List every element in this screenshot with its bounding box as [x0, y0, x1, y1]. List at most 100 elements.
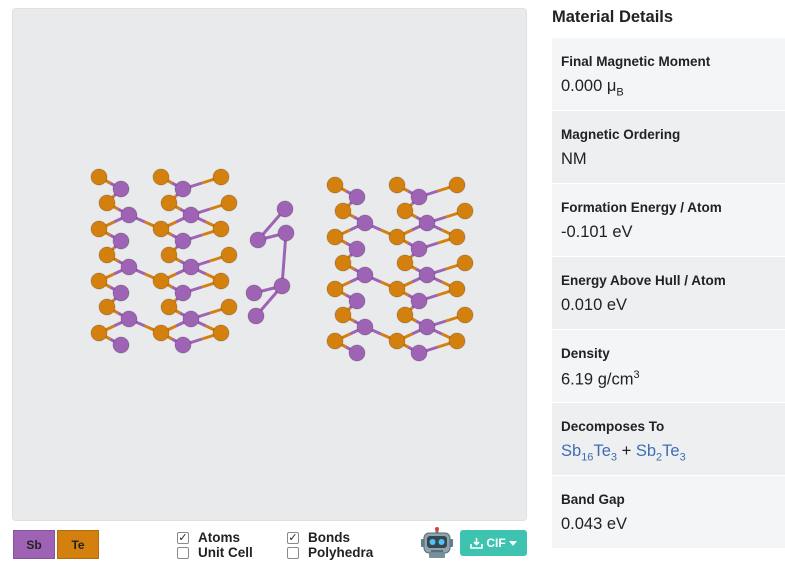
atom-sb[interactable] [245, 284, 263, 302]
atom-te[interactable] [220, 194, 238, 212]
atom-sb[interactable] [112, 284, 130, 302]
formula-element: Sb [635, 442, 657, 460]
detail-label: Density [561, 346, 610, 361]
atom-te[interactable] [396, 202, 414, 220]
download-cif-button[interactable]: CIF [460, 530, 527, 556]
atom-sb[interactable] [418, 214, 436, 232]
atoms-toggle[interactable]: ✓ Atoms [177, 530, 240, 545]
atom-sb[interactable] [273, 277, 291, 295]
atom-te[interactable] [152, 220, 170, 238]
atom-sb[interactable] [174, 232, 192, 250]
crystal-structure[interactable] [13, 9, 528, 522]
atom-sb[interactable] [112, 180, 130, 198]
polyhedra-label: Polyhedra [308, 545, 374, 560]
atom-te[interactable] [448, 176, 466, 194]
atom-sb[interactable] [410, 292, 428, 310]
atom-sb[interactable] [348, 344, 366, 362]
atom-te[interactable] [448, 280, 466, 298]
atom-sb[interactable] [249, 231, 267, 249]
atom-sb[interactable] [120, 310, 138, 328]
atom-sb[interactable] [410, 188, 428, 206]
atom-te[interactable] [396, 254, 414, 272]
material-details-panel: Final Magnetic Moment 0.000 μB Magnetic … [552, 38, 785, 549]
atom-te[interactable] [388, 228, 406, 246]
atom-te[interactable] [326, 332, 344, 350]
atom-te[interactable] [90, 272, 108, 290]
density-value: 6.19 g/cm [561, 370, 634, 389]
unit-cell-toggle[interactable]: Unit Cell [177, 545, 253, 560]
atom-sb[interactable] [174, 284, 192, 302]
unit-cell-checkbox[interactable] [177, 546, 189, 559]
atom-te[interactable] [334, 254, 352, 272]
atom-sb[interactable] [348, 240, 366, 258]
atom-te[interactable] [456, 254, 474, 272]
atom-sb[interactable] [112, 336, 130, 354]
magnetic-moment-unit-sub: B [616, 86, 624, 99]
atom-sb[interactable] [418, 318, 436, 336]
atom-te[interactable] [152, 168, 170, 186]
atom-te[interactable] [98, 194, 116, 212]
atom-te[interactable] [212, 272, 230, 290]
detail-value: 0.000 μB [561, 77, 776, 98]
atom-te[interactable] [456, 306, 474, 324]
decomposition-product-link[interactable]: Sb2Te3 [635, 442, 686, 463]
atom-sb[interactable] [348, 188, 366, 206]
atom-sb[interactable] [174, 180, 192, 198]
structure-viewer[interactable] [12, 8, 527, 521]
atom-te[interactable] [334, 202, 352, 220]
atom-sb[interactable] [276, 200, 294, 218]
atom-sb[interactable] [277, 224, 295, 242]
robot-icon[interactable] [420, 527, 454, 559]
atom-te[interactable] [388, 280, 406, 298]
atom-sb[interactable] [410, 240, 428, 258]
atom-sb[interactable] [410, 344, 428, 362]
atoms-checkbox[interactable]: ✓ [177, 531, 189, 544]
atom-te[interactable] [90, 324, 108, 342]
atom-te[interactable] [212, 168, 230, 186]
atom-sb[interactable] [174, 336, 192, 354]
atom-te[interactable] [326, 176, 344, 194]
legend-sb[interactable]: Sb [13, 530, 55, 559]
atom-sb[interactable] [120, 206, 138, 224]
atom-te[interactable] [448, 332, 466, 350]
atom-te[interactable] [160, 194, 178, 212]
atom-te[interactable] [152, 324, 170, 342]
atom-sb[interactable] [247, 307, 265, 325]
atom-sb[interactable] [356, 214, 374, 232]
atom-te[interactable] [90, 168, 108, 186]
atom-te[interactable] [220, 246, 238, 264]
atom-sb[interactable] [348, 292, 366, 310]
atom-sb[interactable] [182, 310, 200, 328]
atom-te[interactable] [212, 324, 230, 342]
atom-sb[interactable] [182, 206, 200, 224]
detail-label: Band Gap [561, 492, 625, 507]
polyhedra-toggle[interactable]: Polyhedra [287, 545, 373, 560]
atom-te[interactable] [160, 246, 178, 264]
atom-te[interactable] [334, 306, 352, 324]
atom-sb[interactable] [356, 318, 374, 336]
atom-te[interactable] [220, 298, 238, 316]
polyhedra-checkbox[interactable] [287, 546, 299, 559]
legend-te[interactable]: Te [57, 530, 99, 559]
bonds-checkbox[interactable]: ✓ [287, 531, 299, 544]
atom-sb[interactable] [356, 266, 374, 284]
atom-te[interactable] [160, 298, 178, 316]
atom-te[interactable] [98, 246, 116, 264]
atom-te[interactable] [326, 280, 344, 298]
atom-te[interactable] [388, 332, 406, 350]
atom-te[interactable] [456, 202, 474, 220]
atom-te[interactable] [152, 272, 170, 290]
atom-sb[interactable] [112, 232, 130, 250]
bonds-toggle[interactable]: ✓ Bonds [287, 530, 350, 545]
atom-te[interactable] [326, 228, 344, 246]
atom-sb[interactable] [418, 266, 436, 284]
atom-te[interactable] [212, 220, 230, 238]
atom-te[interactable] [388, 176, 406, 194]
decomposition-product-link[interactable]: Sb16Te3 [561, 442, 617, 463]
atom-te[interactable] [90, 220, 108, 238]
atom-te[interactable] [448, 228, 466, 246]
atom-sb[interactable] [182, 258, 200, 276]
atom-te[interactable] [396, 306, 414, 324]
atom-te[interactable] [98, 298, 116, 316]
atom-sb[interactable] [120, 258, 138, 276]
